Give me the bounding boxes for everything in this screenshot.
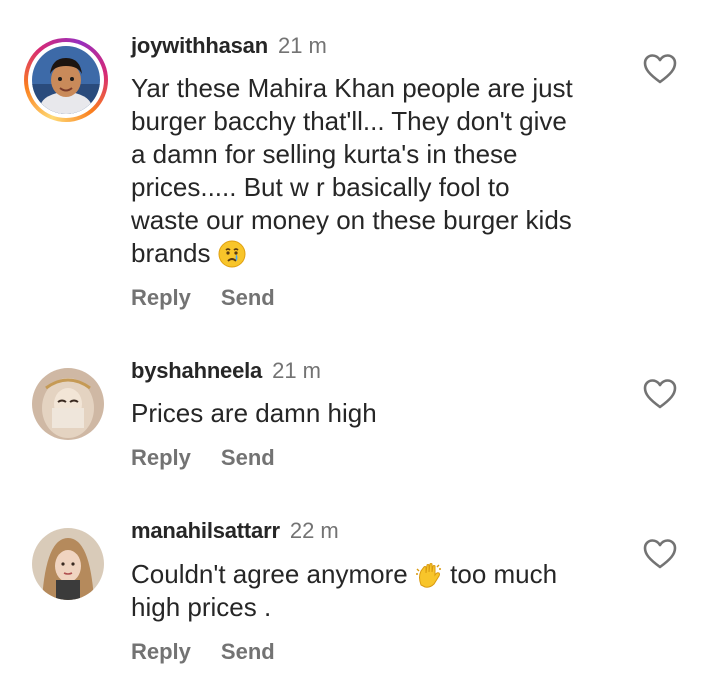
username-link[interactable]: manahilsattarr bbox=[131, 518, 280, 543]
reply-button[interactable]: Reply bbox=[131, 639, 191, 664]
comment-text: Prices are damn high bbox=[131, 397, 631, 430]
comment-item: manahilsattarr 22 m Couldn't agree anymor… bbox=[0, 500, 720, 679]
username-link[interactable]: byshahneela bbox=[131, 358, 262, 383]
reply-button[interactable]: Reply bbox=[131, 285, 191, 310]
comment-text-line: burger bacchy that'll... They don't give bbox=[131, 106, 567, 136]
comment-text-line: Yar these Mahira Khan people are just bbox=[131, 73, 573, 103]
avatar-image-boy bbox=[32, 46, 100, 114]
comment-actions: Reply Send bbox=[131, 285, 305, 311]
comment-text: Yar these Mahira Khan people are just bu… bbox=[131, 72, 631, 270]
reply-button[interactable]: Reply bbox=[131, 445, 191, 470]
send-button[interactable]: Send bbox=[221, 445, 275, 470]
comment-text-line: Prices are damn high bbox=[131, 398, 377, 428]
comment-text: Couldn't agree anymore too much high pri… bbox=[131, 558, 631, 624]
heart-outline-icon[interactable] bbox=[643, 538, 677, 570]
comment-text-line-last: brands bbox=[131, 237, 631, 270]
heart-outline-icon[interactable] bbox=[643, 378, 677, 410]
timestamp[interactable]: 21 m bbox=[278, 33, 327, 58]
comment-header: joywithhasan 21 m bbox=[131, 33, 327, 59]
send-button[interactable]: Send bbox=[221, 639, 275, 664]
comment-text-line: waste our money on these burger kids bbox=[131, 205, 572, 235]
avatar bbox=[32, 368, 104, 440]
avatar bbox=[32, 528, 104, 600]
comment-actions: Reply Send bbox=[131, 639, 305, 665]
crying-face-emoji-icon bbox=[218, 240, 246, 268]
avatar bbox=[32, 46, 100, 114]
avatar-story-ring[interactable] bbox=[24, 38, 108, 122]
comment-header: manahilsattarr 22 m bbox=[131, 518, 339, 544]
comment-item: byshahneela 21 m Prices are damn high Rep… bbox=[0, 340, 720, 500]
comment-text-fragment: Couldn't agree anymore bbox=[131, 559, 408, 589]
comment-actions: Reply Send bbox=[131, 445, 305, 471]
send-button[interactable]: Send bbox=[221, 285, 275, 310]
avatar-wrapper[interactable] bbox=[32, 368, 104, 440]
comment-text-fragment: brands bbox=[131, 238, 211, 268]
heart-outline-icon[interactable] bbox=[643, 53, 677, 85]
comment-text-line: Couldn't agree anymore too much bbox=[131, 558, 631, 591]
comment-header: byshahneela 21 m bbox=[131, 358, 321, 384]
comment-text-line: prices..... But w r basically fool to bbox=[131, 172, 510, 202]
comment-item: joywithhasan 21 m Yar these Mahira Khan p… bbox=[0, 0, 720, 340]
username-link[interactable]: joywithhasan bbox=[131, 33, 268, 58]
timestamp[interactable]: 21 m bbox=[272, 358, 321, 383]
comment-text-line: high prices . bbox=[131, 592, 272, 622]
comment-text-line: a damn for selling kurta's in these bbox=[131, 139, 518, 169]
waving-hands-emoji-icon bbox=[415, 561, 443, 589]
avatar-wrapper[interactable] bbox=[32, 528, 104, 600]
avatar-image-woman-veil bbox=[32, 368, 104, 440]
avatar-image-woman bbox=[32, 528, 104, 600]
comment-text-fragment: too much bbox=[450, 559, 558, 589]
timestamp[interactable]: 22 m bbox=[290, 518, 339, 543]
